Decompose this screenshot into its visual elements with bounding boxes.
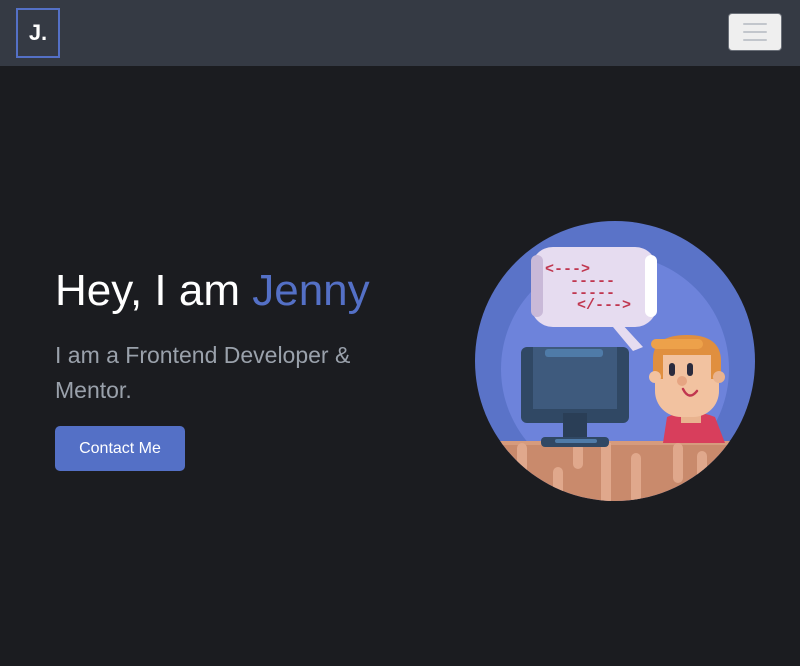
- hero-headline: Hey, I am Jenny: [55, 262, 415, 320]
- code-line-4: </--->: [577, 297, 631, 314]
- hamburger-menu-icon: [743, 23, 767, 25]
- contact-me-button[interactable]: Contact Me: [55, 426, 185, 471]
- hero-subtitle: I am a Frontend Developer & Mentor.: [55, 342, 351, 403]
- hero-section: Hey, I am Jenny I am a Frontend Develope…: [55, 262, 415, 471]
- brand-logo[interactable]: J.: [16, 8, 60, 58]
- hamburger-menu-icon: [743, 39, 767, 41]
- navbar-toggle-button[interactable]: [728, 13, 782, 51]
- hero-name: Jenny: [252, 266, 370, 315]
- navbar: J.: [0, 0, 800, 66]
- hero-greeting: Hey, I am: [55, 266, 253, 315]
- hamburger-menu-icon: [743, 31, 767, 33]
- developer-at-computer-illustration: <---> ----- ----- </--->: [475, 221, 755, 501]
